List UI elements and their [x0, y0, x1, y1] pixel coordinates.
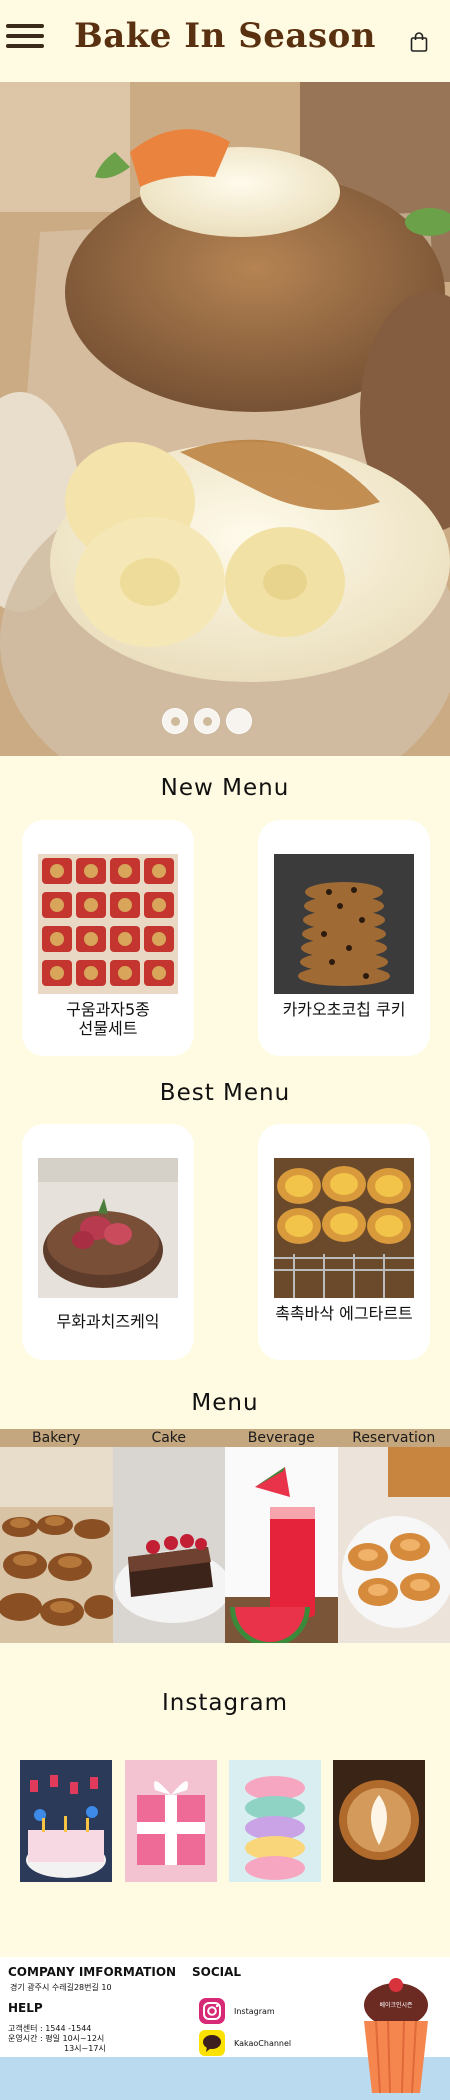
customer-center-phone: 고객센터 : 1544 -1544	[8, 2024, 92, 2033]
product-name: 구움과자5종 선물세트	[66, 1000, 150, 1038]
product-image	[274, 1158, 414, 1298]
menu-title: Menu	[191, 1390, 259, 1416]
carousel-dots	[162, 708, 252, 734]
beverage-image[interactable]	[225, 1447, 338, 1643]
product-name: 촉촉바삭 에그타르트	[275, 1304, 413, 1323]
product-image	[38, 1158, 178, 1298]
product-name: 카카오초코칩 쿠키	[282, 1000, 406, 1019]
tab-bakery[interactable]: Bakery	[0, 1429, 113, 1447]
bakery-image[interactable]	[0, 1447, 113, 1643]
header: Bake In Season	[0, 0, 450, 82]
new-menu-card-1[interactable]: 구움과자5종 선물세트	[22, 820, 194, 1056]
brand-title[interactable]: Bake In Season	[0, 16, 450, 56]
instagram-title: Instagram	[161, 1690, 288, 1716]
product-name: 무화과치즈케익	[56, 1312, 160, 1331]
instagram-post-4[interactable]	[333, 1760, 425, 1882]
new-menu-title: New Menu	[160, 775, 290, 801]
tab-reservation[interactable]: Reservation	[338, 1429, 450, 1447]
instagram-post-1[interactable]	[20, 1760, 112, 1882]
new-menu-card-2[interactable]: 카카오초코칩 쿠키	[258, 820, 430, 1056]
social-label: KakaoChannel	[234, 2038, 292, 2048]
instagram-post-3[interactable]	[229, 1760, 321, 1882]
social-link-instagram[interactable]: Instagram	[198, 1997, 275, 2025]
tab-beverage[interactable]: Beverage	[225, 1429, 338, 1447]
best-menu-card-2[interactable]: 촉촉바삭 에그타르트	[258, 1124, 430, 1360]
hero-banner[interactable]	[0, 82, 450, 756]
company-address: 경기 광주시 수레길28번길 10	[10, 1983, 112, 1992]
company-info-heading: COMPANY IMFORMATION	[8, 1965, 177, 1979]
best-menu-card-1[interactable]: 무화과치즈케익	[22, 1124, 194, 1360]
social-link-kakao[interactable]: KakaoChannel	[198, 2029, 291, 2057]
product-image	[274, 854, 414, 994]
social-label: Instagram	[234, 2006, 275, 2016]
kakaotalk-icon	[199, 2030, 225, 2056]
help-heading: HELP	[8, 2001, 43, 2015]
instagram-icon	[199, 1998, 225, 2024]
carousel-dot-3[interactable]	[226, 708, 252, 734]
social-heading: SOCIAL	[192, 1965, 242, 1979]
best-menu-title: Best Menu	[159, 1080, 291, 1106]
menu-category-images	[0, 1447, 450, 1643]
menu-category-bar: Bakery Cake Beverage Reservation	[0, 1429, 450, 1447]
hero-image	[0, 82, 450, 756]
tab-cake[interactable]: Cake	[113, 1429, 226, 1447]
cake-image[interactable]	[112, 1447, 225, 1643]
mascot-label: 베이크인시즌	[379, 2001, 413, 2009]
opening-hours-second: 13시~17시	[64, 2044, 106, 2053]
shopping-bag-icon[interactable]	[410, 32, 428, 52]
product-image	[38, 854, 178, 994]
cupcake-mascot: 베이크인시즌	[364, 1978, 428, 2094]
carousel-dot-2[interactable]	[194, 708, 220, 734]
carousel-dot-1[interactable]	[162, 708, 188, 734]
opening-hours: 운영시간 : 평일 10시~12시	[8, 2034, 105, 2043]
instagram-post-2[interactable]	[125, 1760, 217, 1882]
reservation-image[interactable]	[337, 1447, 450, 1643]
